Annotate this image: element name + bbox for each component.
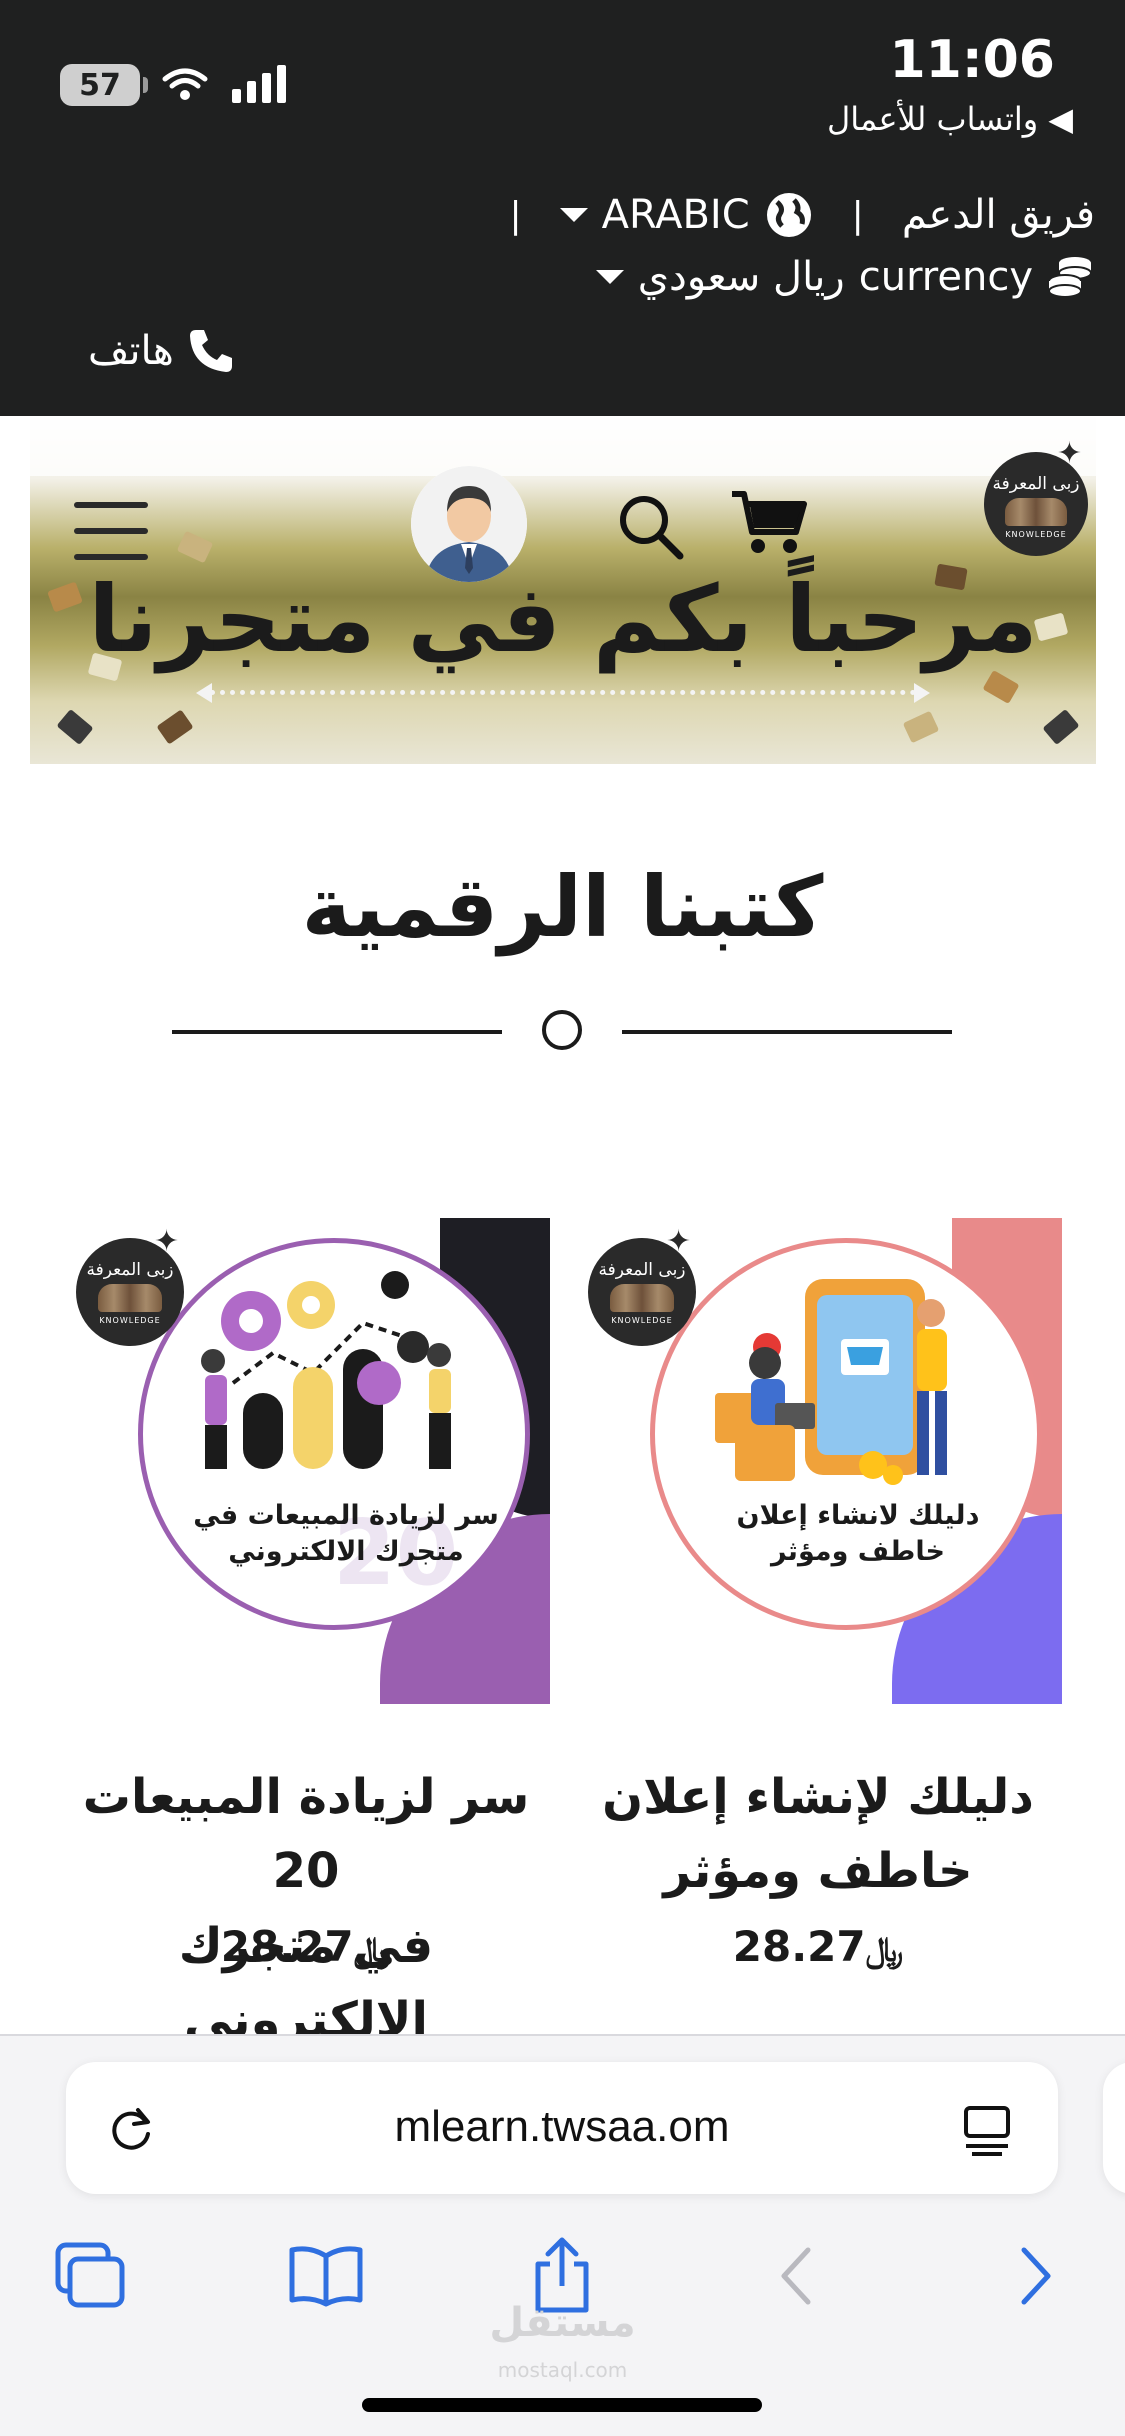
product-price: 28.27﷼ [56, 1922, 556, 1971]
book-decoration-icon [56, 708, 94, 746]
back-to-app-link[interactable]: ◀ واتساب للأعمال [827, 100, 1073, 138]
chevron-down-icon [595, 270, 624, 284]
sparkle-icon: ✦ [154, 1224, 180, 1259]
image-caption: سر لزيادة المبيعات في متجرك الالكتروني [193, 1500, 499, 1568]
price-value: 28.27 [732, 1922, 866, 1971]
address-bar[interactable]: mlearn.twsaa.om [66, 2062, 1058, 2194]
image-caption: دليلك لانشاء إعلان خاطف ومؤثر [736, 1500, 980, 1568]
home-indicator[interactable] [362, 2398, 762, 2412]
product-title[interactable]: دليلك لإنشاء إعلان خاطف ومؤثر [568, 1760, 1068, 1909]
account-avatar[interactable] [411, 466, 527, 582]
separator: | [509, 194, 522, 236]
riyal-icon: ﷼ [353, 1930, 392, 1970]
next-tab-peek[interactable] [1103, 2062, 1125, 2194]
welcome-banner-text: مرحباً بكم في متجرنا [88, 566, 1038, 673]
status-icons: 57 [60, 62, 292, 108]
price-value: 28.27 [220, 1922, 354, 1971]
book-decoration-icon [156, 709, 194, 745]
separator: | [851, 194, 864, 236]
product-image[interactable]: 20 سر لزيادة المبيعات في متجرك الالكترون… [62, 1218, 550, 1704]
logo-subtext: KNOWLEDGE [1005, 530, 1067, 539]
phone-link[interactable]: هاتف [88, 326, 236, 376]
product-price: 28.27﷼ [568, 1922, 1068, 1971]
image-ring [650, 1238, 1042, 1630]
book-decoration-icon [1042, 708, 1080, 746]
header-strip [30, 416, 1096, 476]
globe-icon [766, 193, 811, 237]
user-avatar-icon [411, 466, 527, 582]
coins-icon [1048, 257, 1092, 298]
sparkle-icon: ✦ [666, 1224, 692, 1259]
watermark-domain: mostaql.com [497, 2358, 628, 2382]
signal-icon [232, 65, 286, 103]
currency-label: currency [858, 254, 1033, 300]
book-decoration-icon [902, 710, 940, 744]
product-image[interactable]: دليلك لانشاء إعلان خاطف ومؤثر زبى المعرف… [574, 1218, 1062, 1704]
currency-selector[interactable]: currency ريال سعودي [595, 254, 1095, 300]
top-bar: 11:06 ◀ واتساب للأعمال 57 فريق الدعم | A… [0, 0, 1125, 416]
language-label: ARABIC [601, 192, 750, 238]
product-title-line: سر لزيادة المبيعات 20 [82, 1769, 530, 1900]
book-decoration-icon [176, 530, 214, 564]
url-text: mlearn.twsaa.om [394, 2102, 730, 2151]
battery-icon: 57 [60, 64, 148, 106]
language-selector[interactable]: ARABIC [559, 190, 814, 240]
book-decoration-icon [982, 669, 1020, 705]
support-team-link[interactable]: فريق الدعم [902, 192, 1095, 238]
currency-value: ريال سعودي [637, 254, 845, 300]
phone-icon [189, 330, 232, 372]
utility-row: فريق الدعم | ARABIC | [509, 190, 1095, 240]
section-title: كتبنا الرقمية [301, 858, 824, 956]
wifi-icon [162, 68, 208, 100]
logo-text: زبى المعرفة [992, 474, 1080, 494]
banner-arrow-divider [196, 683, 930, 703]
product-title-line: دليلك لإنشاء إعلان [602, 1769, 1034, 1825]
phone-label: هاتف [88, 328, 174, 374]
riyal-icon: ﷼ [865, 1930, 904, 1970]
watermark-logo: مستقل [489, 2300, 636, 2346]
menu-icon[interactable] [74, 502, 148, 560]
page-format-icon[interactable] [962, 2104, 1012, 2162]
cart-icon[interactable] [730, 488, 808, 562]
sparkle-icon: ✦ [1056, 436, 1082, 471]
logo-figures [1004, 498, 1068, 526]
product-title[interactable]: سر لزيادة المبيعات 20 في متجرك الالكترون… [56, 1760, 556, 2058]
title-divider [172, 1010, 952, 1054]
header-banner: مرحباً بكم في متجرنا زبى المعرفة KNOWLED… [30, 416, 1096, 764]
image-ring: 20 [138, 1238, 530, 1630]
product-title-line: خاطف ومؤثر [663, 1843, 973, 1900]
chevron-down-icon [559, 208, 588, 222]
search-icon[interactable] [616, 492, 686, 566]
status-time: 11:06 [889, 30, 1055, 90]
